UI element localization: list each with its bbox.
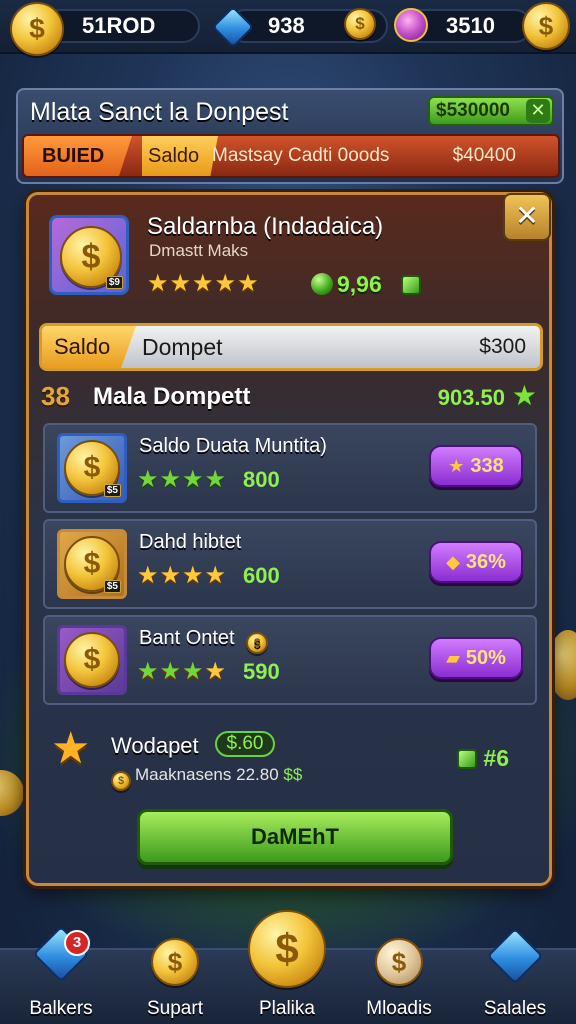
nav-item-mloadis[interactable]: $ Mloadis xyxy=(344,938,454,1024)
money-chip[interactable]: $530000 ✕ xyxy=(428,96,554,126)
gems-value: 938 xyxy=(268,13,305,38)
footer-subtitle: $ Maaknasens 22.80 $$ xyxy=(111,765,302,791)
buy-price: 50% xyxy=(465,646,506,669)
saldo-bar[interactable]: Saldo Dompet $300 xyxy=(39,323,543,371)
banner-title: Mlata Sanct la Donpest xyxy=(30,98,289,126)
thumb-tag: $9 xyxy=(105,276,123,289)
green-orb-icon xyxy=(311,273,333,295)
buy-button[interactable]: ▰ 50% xyxy=(429,637,523,679)
row-rating-stars: ★★★★ xyxy=(137,658,228,685)
saldo-label: Dompet xyxy=(142,334,223,360)
saldo-amount: $300 xyxy=(479,335,526,358)
row-value: 600 xyxy=(243,563,280,588)
footer-right-text: #6 xyxy=(483,745,509,771)
top-resource-bar: 51ROD $ 938 $ 3510 $ xyxy=(0,0,576,56)
coin-icon: $ xyxy=(151,938,199,986)
row-thumbnail: $ $5 xyxy=(57,529,127,599)
row-rating-stars: ★★★★ xyxy=(137,562,228,589)
nav-label: Mloadis xyxy=(366,998,432,1019)
star-icon: ★ xyxy=(448,455,465,476)
nav-label: Supart xyxy=(147,998,203,1019)
coin-icon: $ xyxy=(10,2,64,56)
row-rating-stars: ★★★★ xyxy=(137,466,228,493)
hero-rating-stars: ★★★★★ xyxy=(147,270,260,297)
hero-value-text: 9,96 xyxy=(337,271,382,297)
offer-row[interactable]: $ Bant Ontet $ ★★★★ 590 ▰ 50% xyxy=(43,615,537,705)
row-title-text: Bant Ontet xyxy=(139,627,235,649)
coins-value: 51ROD xyxy=(82,13,156,38)
close-icon[interactable]: ✕ xyxy=(526,99,550,123)
buy-price: 36% xyxy=(465,550,506,573)
close-button[interactable]: ✕ xyxy=(503,193,551,241)
notification-badge: 3 xyxy=(64,930,90,956)
row-thumbnail: $ $5 xyxy=(57,433,127,503)
row-title: Bant Ontet $ xyxy=(139,627,269,654)
nav-label: Salales xyxy=(483,998,547,1019)
row-thumbnail: $ xyxy=(57,625,127,695)
coin-icon: $ xyxy=(375,938,423,986)
green-cube-icon xyxy=(457,749,478,769)
ticket-icon: ▰ xyxy=(446,647,460,668)
confirm-button[interactable]: DaMEhT xyxy=(137,809,453,865)
offer-row[interactable]: $ $5 Saldo Duata Muntita) ★★★★ 800 ★ 338 xyxy=(43,423,537,513)
wallet-panel: ✕ $ $9 Saldarnba (Indadaica) Dmastt Maks… xyxy=(26,192,552,886)
coin-icon: $ xyxy=(64,632,120,688)
saldo-tag: Saldo xyxy=(42,326,136,368)
star-icon: ★ xyxy=(51,724,91,773)
nav-item-plalika[interactable]: $ Plalika xyxy=(232,910,342,1024)
coin-icon: $ xyxy=(111,771,131,791)
buy-button[interactable]: ◆ 36% xyxy=(429,541,523,583)
footer-sub-text: Maaknasens 22.80 xyxy=(135,765,279,784)
hero-thumbnail: $ $9 xyxy=(49,215,129,295)
row-value: 590 xyxy=(243,659,280,684)
strip-tag[interactable]: BUIED xyxy=(24,136,132,176)
strip-saldo: Saldo xyxy=(142,136,218,176)
row-value: 800 xyxy=(243,467,280,492)
coin-icon: $ xyxy=(522,2,570,50)
footer-sub-green: $$ xyxy=(283,765,303,784)
thumb-tag: $5 xyxy=(103,580,121,593)
potion-icon xyxy=(394,8,428,42)
chest-icon: ◆ xyxy=(446,551,460,572)
footer-title: Wodapet xyxy=(111,733,199,758)
offer-row[interactable]: $ $5 Dahd hibtet ★★★★ 600 ◆ 36% xyxy=(43,519,537,609)
green-cube-icon xyxy=(401,275,421,295)
nav-item-supart[interactable]: $ Supart xyxy=(120,938,230,1024)
bottom-navigation: 3 Balkers $ Supart $ Plalika $ Mloadis S… xyxy=(0,910,576,1024)
footer-right-value: #6 xyxy=(457,745,509,772)
row-title: Dahd hibtet xyxy=(139,531,242,553)
buy-button[interactable]: ★ 338 xyxy=(429,445,523,487)
footer-chip: $.60 xyxy=(215,731,275,757)
hero-value: 9,96 xyxy=(311,271,382,298)
section-title: Mala Dompett xyxy=(93,383,251,410)
strip-text: Mastsay Cadti 0oods xyxy=(212,145,390,166)
nav-label: Balkers xyxy=(29,998,93,1019)
hero-title: Saldarnba (Indadaica) xyxy=(147,213,384,240)
hero-subtitle: Dmastt Maks xyxy=(149,241,249,260)
banner-strip: BUIED Saldo Mastsay Cadti 0oods $40400 xyxy=(22,134,560,178)
coin-icon: $ xyxy=(246,632,269,654)
coin-icon: $ xyxy=(248,910,326,988)
money-value: $530000 xyxy=(436,100,510,121)
nav-item-balkers[interactable]: 3 Balkers xyxy=(6,925,116,1024)
nav-label: Plalika xyxy=(259,998,315,1019)
thumb-tag: $5 xyxy=(103,484,121,497)
section-value: 903.50 xyxy=(437,385,505,410)
coins-counter[interactable]: 51ROD xyxy=(44,9,200,43)
section-number: 38 xyxy=(41,381,70,411)
buy-price: 338 xyxy=(470,454,504,477)
row-title: Saldo Duata Muntita) xyxy=(139,435,327,457)
header-banner: Mlata Sanct la Donpest $530000 ✕ BUIED S… xyxy=(16,88,564,184)
strip-amount: $40400 xyxy=(452,145,516,166)
star-icon: ★ xyxy=(511,380,537,411)
coin-icon: $ xyxy=(344,8,376,40)
nav-item-salales[interactable]: Salales xyxy=(460,927,570,1024)
potions-value: 3510 xyxy=(446,13,495,38)
